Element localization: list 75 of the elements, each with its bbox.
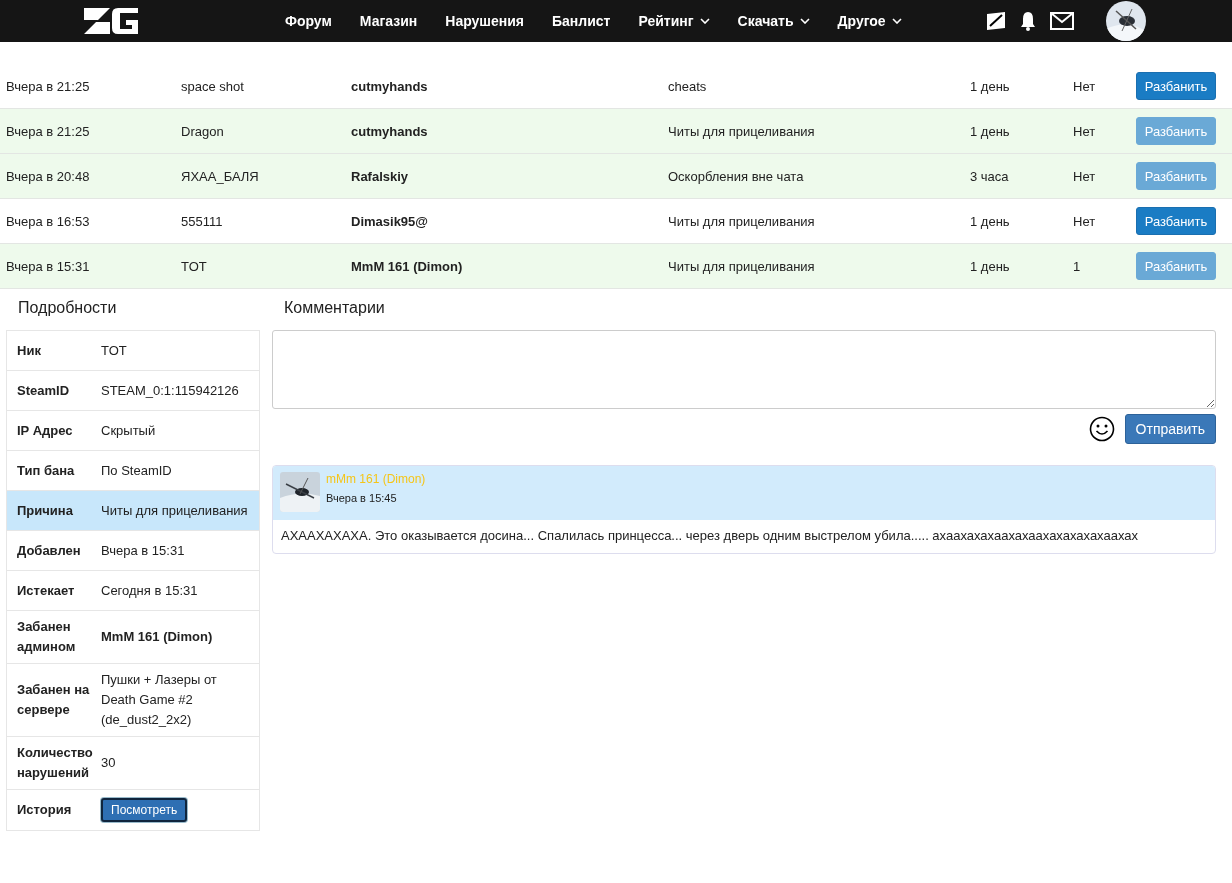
detail-label: Забанен на сервере: [16, 681, 91, 719]
detail-label: История: [16, 801, 73, 819]
table-cell-text: 1 день: [970, 78, 1011, 94]
view-button[interactable]: Посмотреть: [101, 798, 188, 822]
detail-label: Тип бана: [16, 461, 76, 480]
detail-label: IP Адрес: [16, 421, 74, 440]
section-title: Подробности: [18, 298, 118, 318]
table-cell-text: Читы для прицеливания: [668, 123, 816, 139]
comment-input-field[interactable]: [272, 330, 1216, 409]
unban-button[interactable]: Разбанить: [1136, 207, 1216, 235]
table-cell-text: Нет: [1073, 168, 1097, 184]
envelope-icon[interactable]: [1049, 12, 1074, 30]
detail-label: SteamID: [16, 381, 71, 400]
caret-icon: [699, 18, 710, 24]
detail-label: Добавлен: [16, 541, 82, 560]
flag-icon[interactable]: [985, 12, 1006, 30]
table-cell-text: TOT: [181, 258, 208, 274]
detail-value: Читы для прицеливания: [101, 501, 249, 520]
table-cell-text: 555111: [181, 213, 224, 229]
caret-icon: [799, 18, 810, 24]
table-cell-text: cutmyhands: [351, 78, 429, 94]
table-cell-text: Нет: [1073, 78, 1097, 94]
bell-icon[interactable]: [1019, 11, 1036, 31]
nav-link[interactable]: Нарушения: [445, 13, 524, 29]
nav-link[interactable]: Банлист: [552, 13, 611, 29]
table-cell-text: 1 день: [970, 123, 1011, 139]
unban-button[interactable]: Разбанить: [1136, 72, 1216, 100]
table-cell-text: 1 день: [970, 258, 1011, 274]
comment-text: АХААХАХАХА. Это оказывается досина... Спалилась принцесса... через дверь одним выстрелом убила..... ахаахахахаахахаахахахахахаахах: [280, 527, 1140, 545]
table-cell-text: Читы для прицеливания: [668, 258, 816, 274]
nav-link[interactable]: Рейтинг: [638, 13, 710, 29]
detail-value: TOT: [101, 341, 128, 360]
detail-label: Ник: [16, 341, 42, 360]
detail-value: 30: [101, 754, 117, 772]
table-cell-text: Оскорбления вне чата: [668, 168, 805, 184]
detail-label: Истекает: [16, 581, 76, 600]
detail-value: Пушки + Лазеры от Death Game #2 (de_dust2_2x2): [101, 671, 218, 729]
table-cell-text: cheats: [668, 78, 708, 94]
table-cell-text: ЯХАА_БАЛЯ: [181, 168, 260, 184]
table-cell-text: Вчера в 20:48: [5, 168, 91, 184]
table-cell-text: Dragon: [181, 123, 225, 139]
detail-label: Количество нарушений: [16, 744, 94, 782]
table-cell-text: Вчера в 15:31: [5, 258, 91, 274]
table-cell-text: Нет: [1073, 123, 1097, 139]
nav-link[interactable]: Другое: [837, 13, 902, 29]
detail-value: Скрытый: [101, 421, 157, 440]
table-cell-text: cutmyhands: [351, 123, 429, 139]
smiley-icon[interactable]: [1088, 416, 1115, 442]
logo-icon[interactable]: [82, 6, 140, 36]
detail-value: Вчера в 15:31: [101, 541, 186, 560]
table-cell-text: Вчера в 21:25: [5, 78, 91, 94]
send-button[interactable]: Отправить: [1124, 414, 1216, 444]
table-cell-text: Читы для прицеливания: [668, 213, 816, 229]
nav-link[interactable]: Скачать: [737, 13, 810, 29]
detail-value: По SteamID: [101, 461, 173, 480]
section-title: Комментарии: [284, 298, 386, 318]
table-cell-text: MmM 161 (Dimon): [351, 258, 464, 274]
table-cell-text: 1 день: [970, 213, 1011, 229]
table-cell-text: Вчера в 21:25: [5, 123, 91, 139]
table-cell-text: Dimasik95@: [351, 213, 429, 229]
table-cell-text: Rafalskiy: [351, 168, 410, 184]
caret-icon: [891, 18, 902, 24]
detail-value: STEAM_0:1:115942126: [101, 381, 240, 400]
detail-value: Сегодня в 15:31: [101, 581, 199, 600]
nav-link[interactable]: Магазин: [359, 13, 418, 29]
table-cell-text: Вчера в 16:53: [5, 213, 91, 229]
detail-value: MmM 161 (Dimon): [101, 628, 214, 646]
nav-link[interactable]: Форум: [285, 13, 332, 29]
table-cell-text: space shot: [181, 78, 245, 94]
detail-label: Причина: [16, 501, 74, 520]
table-cell-text: Нет: [1073, 213, 1097, 229]
table-cell-text: 3 часа: [970, 168, 1010, 184]
table-cell-text: 1: [1073, 258, 1082, 274]
detail-label: Забанен админом: [16, 618, 77, 656]
comment-time: Вчера в 15:45: [326, 492, 398, 504]
